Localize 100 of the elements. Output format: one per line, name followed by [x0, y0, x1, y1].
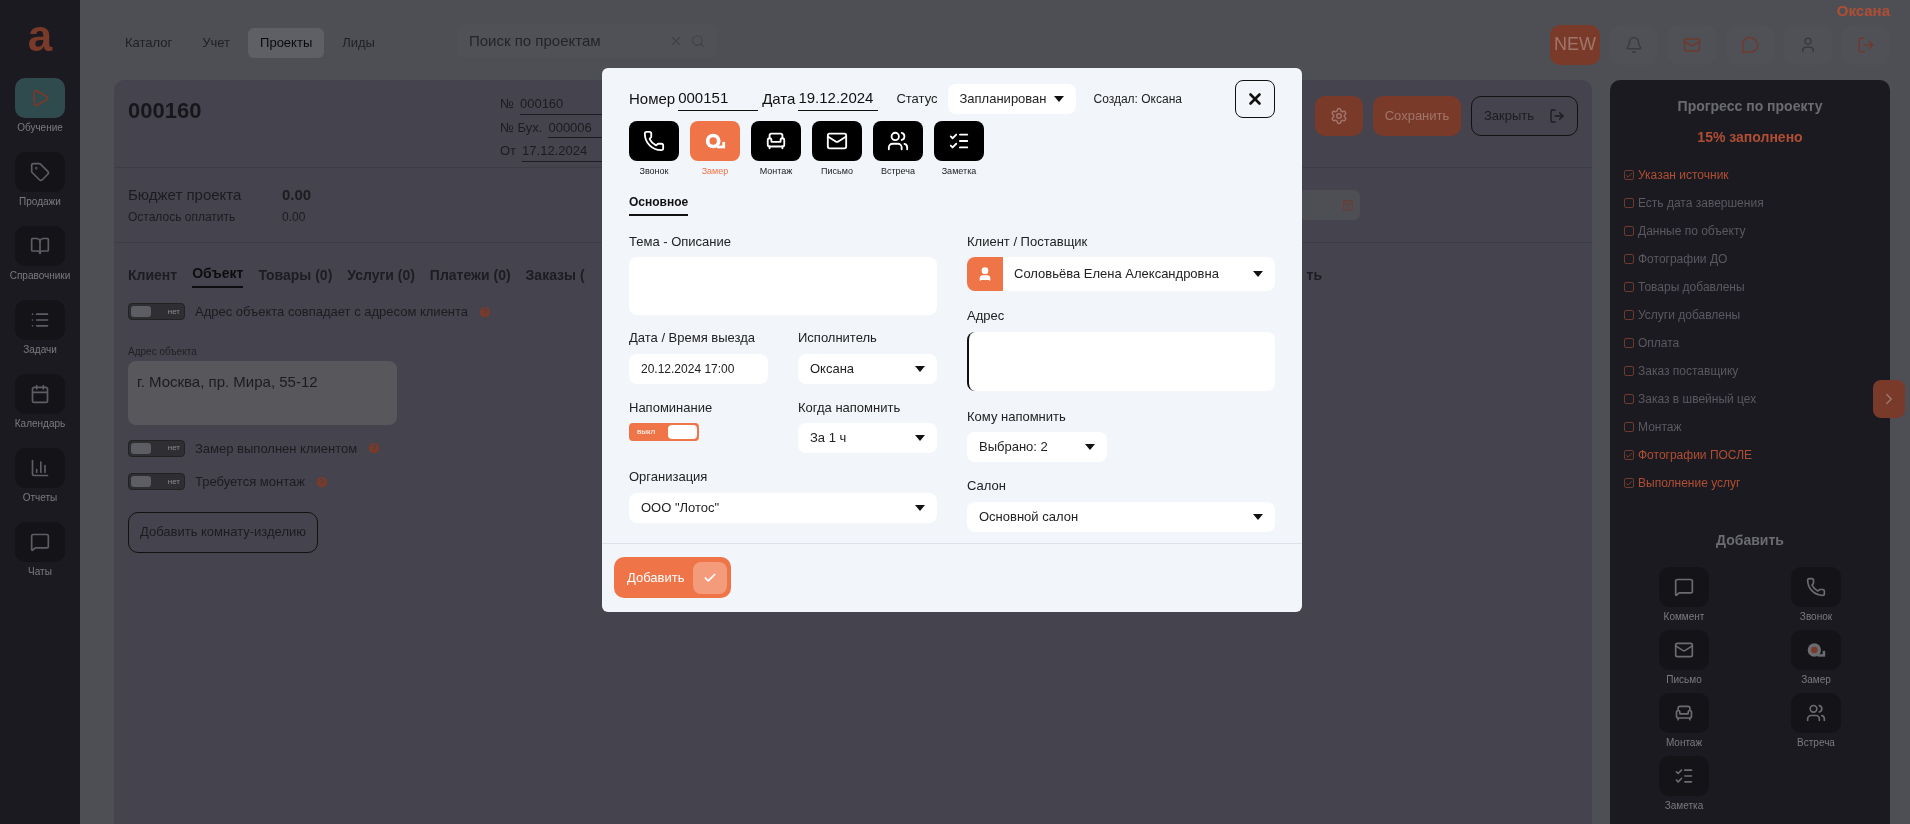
book-icon	[30, 236, 50, 256]
reminder-time-select[interactable]: За 1 ч	[798, 423, 937, 453]
organization-select[interactable]: ООО "Лотос"	[629, 492, 937, 523]
sidebar-item[interactable]: Календарь	[2, 374, 78, 431]
field-label: Организация	[629, 468, 709, 486]
checklist-item: Данные по объекту	[1638, 223, 1746, 240]
caret-icon	[915, 435, 925, 441]
checkbox[interactable]	[1624, 310, 1634, 320]
field-label: Когда напомнить	[798, 398, 902, 417]
address-field[interactable]	[967, 331, 1275, 391]
chat-icon	[1674, 577, 1694, 597]
executor-select[interactable]: Оксана	[798, 353, 937, 384]
number-label: Номер	[629, 88, 676, 109]
armchair-icon	[1674, 703, 1694, 723]
caret-icon	[1085, 444, 1095, 450]
checkbox[interactable]	[1624, 394, 1634, 404]
add-title: Добавить	[1716, 531, 1784, 550]
reminder-toggle[interactable]: выкл	[629, 423, 699, 441]
sidebar-item[interactable]: Продажи	[2, 152, 78, 209]
sidebar-item[interactable]: Обучение	[2, 78, 78, 135]
checkbox[interactable]	[1624, 254, 1634, 264]
help-icon[interactable]	[367, 441, 382, 456]
checkbox[interactable]	[1624, 198, 1634, 208]
checkbox[interactable]	[1624, 422, 1634, 432]
mail-icon[interactable]	[1683, 35, 1701, 54]
sidebar-item[interactable]: Чаты	[2, 522, 78, 579]
sidebar-item[interactable]: Справочники	[2, 226, 78, 283]
user-icon[interactable]	[1799, 35, 1817, 54]
submit-button[interactable]: Добавить	[614, 557, 731, 598]
checkbox[interactable]	[1624, 170, 1634, 180]
checkbox[interactable]	[1624, 226, 1634, 236]
field-label: Дата / Время выезда	[629, 329, 757, 347]
checklist-item: Заказ в швейный цех	[1638, 391, 1757, 408]
field-label: Исполнитель	[798, 329, 878, 347]
checkbox[interactable]	[1624, 450, 1634, 460]
phone-icon	[1806, 577, 1826, 597]
chat-icon[interactable]	[1741, 35, 1759, 54]
close-button[interactable]	[1235, 80, 1275, 118]
checkbox[interactable]	[1624, 282, 1634, 292]
settings-icon	[1330, 107, 1348, 125]
tag-icon	[30, 162, 50, 182]
list-icon	[30, 310, 50, 330]
sidebar-item[interactable]: Отчеты	[2, 448, 78, 505]
settings-button[interactable]	[1315, 96, 1363, 136]
user-icon	[977, 266, 993, 282]
checklist-item: Товары добавлены	[1638, 279, 1745, 296]
created-by: Создал: Оксана	[1093, 91, 1182, 108]
date-field[interactable]: 19.12.2024	[798, 87, 879, 111]
date-label: Дата	[762, 88, 796, 109]
toggle-switch[interactable]: нет	[128, 303, 185, 321]
save-button[interactable]: Сохранить	[1373, 96, 1461, 136]
calendar-icon	[30, 384, 50, 404]
section-tab[interactable]: Основное	[629, 192, 689, 216]
expand-button[interactable]	[1873, 380, 1905, 418]
play-icon	[30, 88, 50, 108]
number-field[interactable]: 000151	[678, 87, 759, 111]
checkbox[interactable]	[1624, 478, 1634, 488]
number-label: №	[500, 95, 514, 113]
people-icon	[1806, 703, 1826, 723]
field-label: Адрес	[967, 307, 1006, 325]
phone-icon	[643, 130, 665, 152]
checklist-item: Услуги добавлены	[1638, 307, 1741, 324]
toggle-switch[interactable]: нет	[128, 473, 185, 491]
checkbox[interactable]	[1624, 366, 1634, 376]
exit-icon	[1549, 108, 1565, 124]
help-icon[interactable]	[314, 474, 329, 489]
checklist-item: Фотографии ПОСЛЕ	[1638, 447, 1752, 464]
progress-percent: 15% заполнено	[1697, 128, 1803, 147]
toggle-switch[interactable]: нет	[128, 439, 185, 457]
checklist-item: Монтаж	[1638, 419, 1682, 436]
checklist-icon	[1674, 766, 1694, 786]
field-label: Напоминание	[629, 398, 714, 417]
status-select[interactable]: Запланирован	[947, 84, 1076, 114]
caret-icon	[1053, 96, 1064, 102]
envelope-icon	[1674, 640, 1694, 660]
envelope-icon	[826, 130, 848, 152]
checklist-item: Выполнение услуг	[1638, 475, 1741, 492]
field-label: Кому напомнить	[967, 407, 1067, 426]
datetime-field[interactable]: 20.12.2024 17:00	[629, 353, 768, 384]
status-label: Статус	[896, 90, 938, 109]
checkbox[interactable]	[1624, 338, 1634, 348]
checklist-item: Указан источник	[1638, 167, 1729, 184]
check-icon	[1625, 170, 1633, 180]
date-input[interactable]	[1300, 190, 1360, 220]
address-field[interactable]: г. Москва, пр. Мира, 55-12	[128, 360, 397, 425]
nav-tab[interactable]: Проекты	[248, 28, 325, 58]
people-icon	[887, 130, 909, 152]
checklist-item: Есть дата завершения	[1638, 195, 1764, 212]
client-select[interactable]: Соловьёва Елена Александровна	[967, 257, 1275, 291]
salon-select[interactable]: Основной салон	[967, 501, 1275, 532]
checklist-item: Заказ поставщику	[1638, 363, 1739, 380]
chat-icon	[30, 532, 50, 552]
field-label: Тема - Описание	[629, 232, 732, 251]
field-label: Салон	[967, 477, 1007, 495]
help-icon[interactable]	[478, 304, 493, 319]
exit-icon[interactable]	[1857, 35, 1875, 54]
sidebar-item[interactable]: Задачи	[2, 300, 78, 357]
close-icon	[1246, 90, 1264, 108]
new-button[interactable]: NEW	[1550, 24, 1600, 65]
recipients-select[interactable]: Выбрано: 2	[967, 432, 1107, 462]
